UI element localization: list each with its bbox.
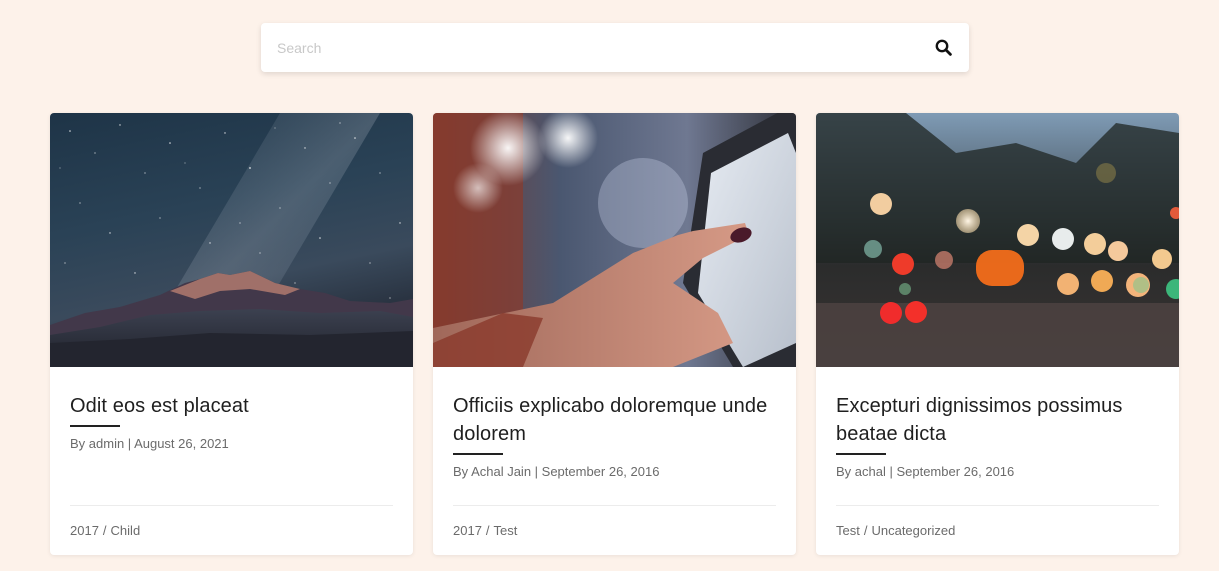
title-underline bbox=[70, 425, 120, 427]
post-card-body: Odit eos est placeat By admin | August 2… bbox=[50, 367, 413, 555]
post-card[interactable]: Odit eos est placeat By admin | August 2… bbox=[50, 113, 413, 555]
post-card[interactable]: Excepturi dignissimos possimus beatae di… bbox=[816, 113, 1179, 555]
search-input[interactable] bbox=[261, 23, 919, 72]
post-categories: Test / Uncategorized bbox=[836, 505, 1159, 555]
search-button[interactable] bbox=[919, 23, 967, 72]
post-grid: Odit eos est placeat By admin | August 2… bbox=[50, 113, 1179, 555]
search-bar bbox=[261, 23, 969, 72]
category-link[interactable]: 2017 bbox=[70, 523, 99, 538]
post-title[interactable]: Officiis explicabo doloremque unde dolor… bbox=[453, 367, 776, 448]
post-thumbnail-tablet[interactable] bbox=[433, 113, 796, 367]
category-link[interactable]: Child bbox=[111, 523, 141, 538]
post-meta: By Achal Jain | September 26, 2016 bbox=[453, 464, 660, 479]
post-thumbnail-bokeh[interactable] bbox=[816, 113, 1179, 367]
category-link[interactable]: 2017 bbox=[453, 523, 482, 538]
title-underline bbox=[836, 453, 886, 455]
post-card-body: Officiis explicabo doloremque unde dolor… bbox=[433, 367, 796, 555]
post-categories: 2017 / Child bbox=[70, 505, 393, 555]
category-separator: / bbox=[102, 523, 107, 538]
category-link[interactable]: Test bbox=[836, 523, 860, 538]
post-meta: By achal | September 26, 2016 bbox=[836, 464, 1015, 479]
post-title[interactable]: Odit eos est placeat bbox=[70, 367, 393, 420]
post-meta: By admin | August 26, 2021 bbox=[70, 436, 229, 451]
category-link[interactable]: Uncategorized bbox=[871, 523, 955, 538]
title-underline bbox=[453, 453, 503, 455]
post-thumbnail-starry-night[interactable] bbox=[50, 113, 413, 367]
post-card[interactable]: Officiis explicabo doloremque unde dolor… bbox=[433, 113, 796, 555]
post-categories: 2017 / Test bbox=[453, 505, 776, 555]
category-separator: / bbox=[485, 523, 490, 538]
category-link[interactable]: Test bbox=[494, 523, 518, 538]
search-icon bbox=[935, 39, 952, 56]
category-separator: / bbox=[863, 523, 868, 538]
post-title[interactable]: Excepturi dignissimos possimus beatae di… bbox=[836, 367, 1159, 448]
page: Odit eos est placeat By admin | August 2… bbox=[0, 0, 1219, 571]
post-card-body: Excepturi dignissimos possimus beatae di… bbox=[816, 367, 1179, 555]
